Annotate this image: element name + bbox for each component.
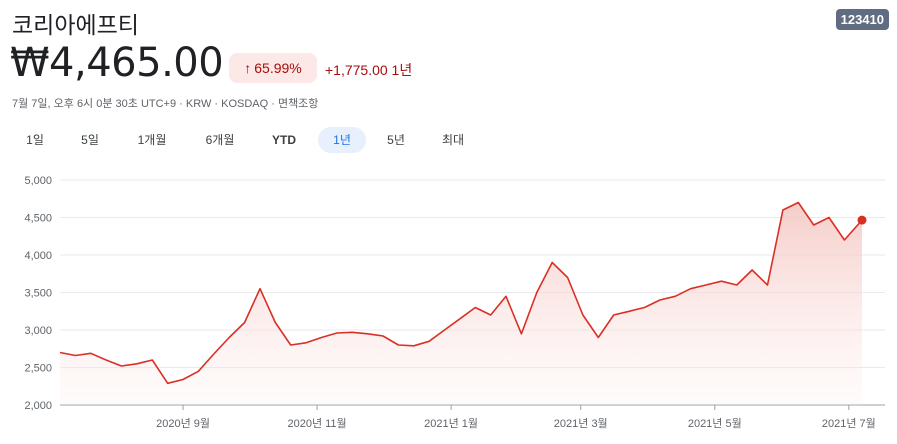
tab-1y[interactable]: 1년 (318, 127, 366, 153)
quote-meta: 7월 7일, 오후 6시 0분 30초 UTC+9 · KRW · KOSDAQ… (12, 98, 319, 110)
y-tick-label: 2,500 (24, 363, 52, 375)
tab-1d[interactable]: 1일 (14, 127, 56, 153)
ticker-badge: 123410 (835, 9, 889, 30)
change-absolute: +1,775.00 1년 (325, 62, 413, 78)
x-tick-label: 2021년 7월 (822, 417, 876, 430)
tab-5y[interactable]: 5년 (374, 127, 418, 153)
page-title: 코리아에프티 (12, 13, 139, 39)
x-tick-label: 2020년 9월 (156, 417, 210, 430)
price-area-fill (60, 202, 862, 405)
tab-ytd[interactable]: YTD (260, 127, 308, 153)
range-tabs: 1일 5일 1개월 6개월 YTD 1년 5년 최대 (0, 127, 520, 153)
change-percent-badge: ↑ 65.99% (229, 53, 317, 83)
x-tick-label: 2021년 1월 (424, 417, 478, 430)
x-tick-label: 2020년 11월 (287, 417, 346, 430)
current-price-point[interactable] (857, 215, 867, 225)
y-tick-label: 4,500 (24, 213, 52, 225)
change-percent: 65.99% (254, 60, 302, 76)
y-axis-labels: 2,000 2,500 3,000 3,500 4,000 4,500 5,000 (24, 175, 52, 412)
x-axis-labels: 2020년 9월 2020년 11월 2021년 1월 2021년 3월 2021년 5… (156, 417, 876, 430)
y-tick-label: 2,000 (24, 400, 52, 412)
tab-6m[interactable]: 6개월 (194, 127, 246, 153)
tab-5d[interactable]: 5일 (69, 127, 111, 153)
y-tick-label: 5,000 (24, 175, 52, 187)
current-price: ₩4,465.00 (10, 40, 224, 86)
tab-1m[interactable]: 1개월 (126, 127, 178, 153)
y-tick-label: 3,000 (24, 325, 52, 337)
x-tick-label: 2021년 3월 (554, 417, 608, 430)
arrow-up-icon: ↑ (244, 60, 252, 76)
x-tick-label: 2021년 5월 (688, 417, 742, 430)
y-tick-label: 3,500 (24, 288, 52, 300)
tab-max[interactable]: 최대 (430, 127, 476, 153)
y-tick-label: 4,000 (24, 250, 52, 262)
chart-area-layer (60, 202, 862, 405)
price-chart: 2,000 2,500 3,000 3,500 4,000 4,500 5,000 2020… (24, 175, 885, 430)
